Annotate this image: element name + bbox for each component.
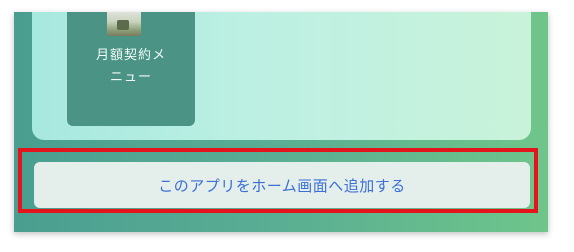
add-to-home-screen-button[interactable]: このアプリをホーム画面へ追加する [34, 162, 530, 208]
app-screen: 月額契約メ ニュー このアプリをホーム画面へ追加する [14, 12, 548, 232]
menu-card: 月額契約メ ニュー [32, 12, 531, 140]
menu-tile-label: 月額契約メ ニュー [67, 45, 195, 89]
monthly-contract-menu-tile[interactable]: 月額契約メ ニュー [67, 12, 195, 126]
menu-tile-label-line1: 月額契約メ [95, 48, 166, 63]
menu-thumbnail-image [107, 12, 141, 36]
menu-tile-label-line2: ニュー [109, 70, 152, 85]
